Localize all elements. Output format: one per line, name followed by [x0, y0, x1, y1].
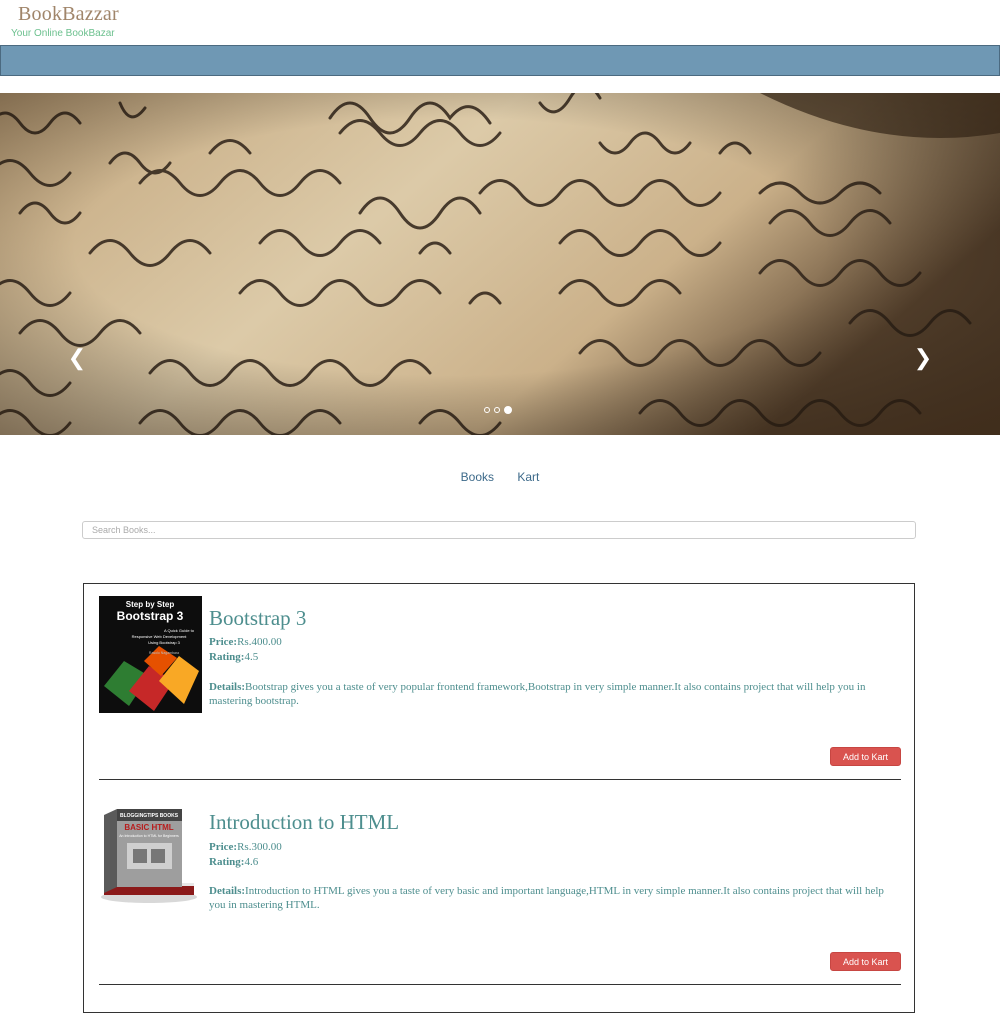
book-cover-image: Step by Step Bootstrap 3 A Quick Guide t…	[99, 596, 202, 713]
add-to-kart-button[interactable]: Add to Kart	[830, 952, 901, 971]
page-links: Books Kart	[0, 470, 1000, 484]
details-text: Bootstrap gives you a taste of very popu…	[209, 681, 866, 707]
rating-value: 4.5	[244, 651, 259, 663]
book-title[interactable]: Bootstrap 3	[209, 606, 306, 631]
cover-sub: An Introduction to HTML for Beginners	[119, 834, 179, 838]
carousel-indicators	[484, 406, 512, 414]
details-label: Details:	[209, 681, 246, 693]
chevron-right-icon[interactable]: ❯	[913, 346, 933, 370]
book-cover-image: BLOGGINGTIPS BOOKS BASIC HTML An Introdu…	[99, 801, 202, 918]
carousel-slide-image	[0, 93, 1000, 435]
brand-tagline: Your Online BookBazar	[11, 28, 115, 39]
rating-label: Rating:	[209, 651, 245, 663]
price-label: Price:	[209, 841, 238, 853]
cover-top: BLOGGINGTIPS BOOKS	[120, 813, 179, 819]
add-to-kart-button[interactable]: Add to Kart	[830, 747, 901, 766]
books-link[interactable]: Books	[461, 470, 494, 484]
book-details: Details:Bootstrap gives you a taste of v…	[209, 680, 899, 708]
chevron-left-icon[interactable]: ❮	[67, 346, 87, 370]
rating-label: Rating:	[209, 856, 245, 868]
cover-line2: Bootstrap 3	[117, 609, 184, 623]
cover-line4: Responsive Web Development	[132, 634, 188, 639]
book-title[interactable]: Introduction to HTML	[209, 810, 399, 835]
book-item: BLOGGINGTIPS BOOKS BASIC HTML An Introdu…	[99, 789, 901, 985]
cover-author: Rasolo Nagambara	[149, 651, 179, 655]
book-details: Details:Introduction to HTML gives you a…	[209, 884, 899, 912]
price-value: Rs.300.00	[237, 841, 282, 853]
navbar	[0, 45, 1000, 76]
book-rating: Rating:4.5	[209, 651, 258, 663]
cover-line3: A Quick Guide to	[164, 628, 195, 633]
book-price: Price:Rs.400.00	[209, 636, 282, 648]
price-value: Rs.400.00	[237, 636, 282, 648]
cover-title: BASIC HTML	[124, 823, 173, 832]
details-text: Introduction to HTML gives you a taste o…	[209, 885, 884, 911]
book-item: Step by Step Bootstrap 3 A Quick Guide t…	[99, 584, 901, 780]
book-rating: Rating:4.6	[209, 856, 258, 868]
cover-line1: Step by Step	[126, 600, 175, 609]
search-input[interactable]	[82, 521, 916, 539]
cover-line5: Using Bootstrap 3	[148, 640, 181, 645]
carousel-indicator[interactable]	[484, 407, 490, 413]
book-price: Price:Rs.300.00	[209, 841, 282, 853]
kart-link[interactable]: Kart	[517, 470, 539, 484]
details-label: Details:	[209, 885, 246, 897]
carousel: ❮ ❯	[0, 93, 1000, 435]
book-list: Step by Step Bootstrap 3 A Quick Guide t…	[83, 583, 915, 1013]
price-label: Price:	[209, 636, 238, 648]
carousel-indicator[interactable]	[494, 407, 500, 413]
carousel-indicator-active[interactable]	[504, 406, 512, 414]
brand-title[interactable]: BookBazzar	[18, 3, 119, 26]
rating-value: 4.6	[244, 856, 259, 868]
